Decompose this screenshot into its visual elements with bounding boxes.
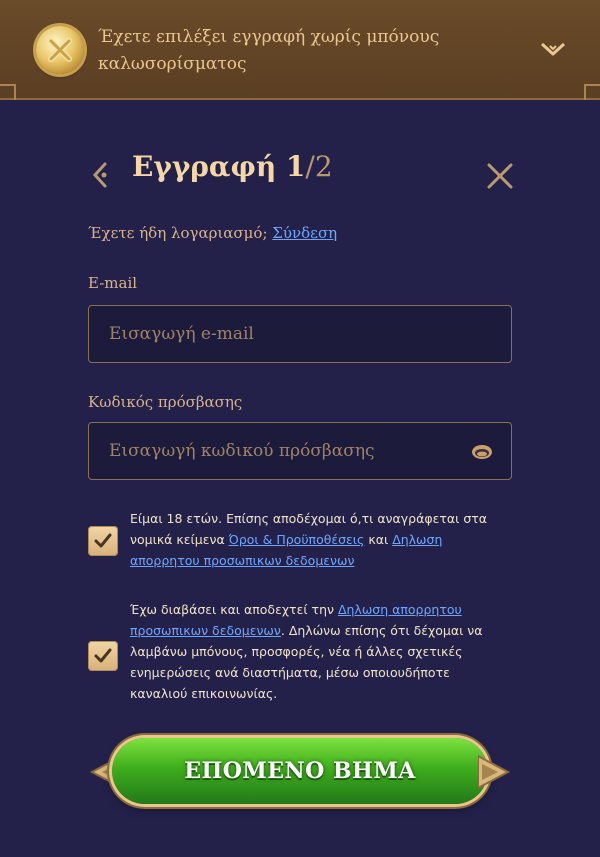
- login-prompt-text: Έχετε ήδη λογαριασμό;: [88, 224, 268, 242]
- email-field[interactable]: [89, 306, 511, 362]
- age-consent-and: και: [368, 532, 389, 547]
- email-label: E-mail: [88, 274, 138, 292]
- email-field-container: [88, 305, 512, 363]
- banner-message: Έχετε επιλέξει εγγραφή χωρίς μπόνους καλ…: [98, 27, 440, 74]
- terms-link[interactable]: Όροι & Προϋποθέσεις: [229, 532, 365, 547]
- no-bonus-coin-icon: [36, 26, 84, 74]
- show-password-icon[interactable]: [471, 443, 493, 465]
- password-label: Κωδικός πρόσβασης: [88, 393, 243, 411]
- button-ornament-right-icon: [478, 754, 511, 790]
- login-prompt: Έχετε ήδη λογαριασμό; Σύνδεση: [88, 224, 337, 242]
- age-consent-checkbox[interactable]: [88, 526, 118, 556]
- page-title: Εγγραφή 1/2: [132, 150, 333, 183]
- login-link[interactable]: Σύνδεση: [272, 224, 337, 242]
- banner-corner-decoration: [0, 84, 16, 100]
- next-step-button[interactable]: ΕΠΟΜΕΝΟ ΒΗΜΑ: [112, 738, 488, 804]
- password-field-container: [88, 422, 512, 480]
- marketing-consent-intro: Έχω διαβάσει και αποδεχτεί την: [130, 602, 334, 617]
- close-icon[interactable]: [486, 162, 514, 194]
- back-arrow-icon[interactable]: [92, 162, 108, 192]
- page-title-text: Εγγραφή 1: [132, 150, 306, 183]
- age-consent-text: Είμαι 18 ετών. Επίσης αποδέχομαι ό,τι αν…: [130, 508, 510, 571]
- no-bonus-banner[interactable]: Έχετε επιλέξει εγγραφή χωρίς μπόνους καλ…: [0, 0, 600, 100]
- chevron-down-icon[interactable]: [540, 40, 566, 62]
- next-step-button-container: ΕΠΟΜΕΝΟ ΒΗΜΑ: [88, 738, 512, 808]
- step-indicator: /2: [305, 150, 333, 183]
- password-field[interactable]: [89, 423, 511, 479]
- banner-corner-decoration: [584, 84, 600, 100]
- marketing-consent-text: Έχω διαβάσει και αποδεχτεί την Δηλωση απ…: [130, 599, 510, 704]
- marketing-consent-checkbox[interactable]: [88, 641, 118, 671]
